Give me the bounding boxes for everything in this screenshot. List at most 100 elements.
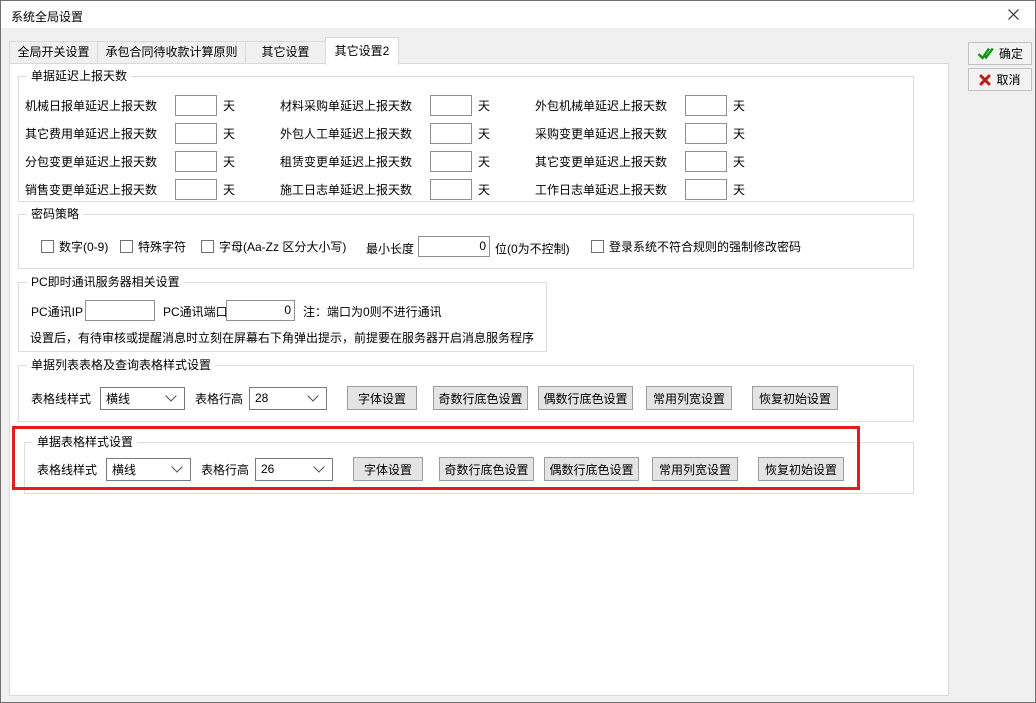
group-document-delay-days: 单据延迟上报天数 机械日报单延迟上报天数 天 材料采购单延迟上报天数 天 外包机… (18, 76, 914, 202)
delay-field: 其它变更单延迟上报天数 天 (535, 151, 785, 172)
delay-field-label: 分包变更单延迟上报天数 (25, 153, 175, 170)
close-icon (1007, 8, 1020, 21)
group-document-table-style: 单据表格样式设置 表格线样式 横线 表格行高 26 字体设置 奇数行底色设置 偶… (24, 442, 914, 494)
unit-label: 天 (223, 125, 235, 142)
checkbox-letters-case[interactable]: 字母(Aa-Zz 区分大小写) (201, 238, 346, 255)
restore-defaults-button[interactable]: 恢复初始设置 (752, 386, 838, 410)
ok-button[interactable]: 确定 (968, 42, 1032, 65)
delay-field: 工作日志单延迟上报天数 天 (535, 179, 785, 200)
line-style-value: 横线 (112, 461, 136, 478)
delay-days-input[interactable] (685, 123, 727, 144)
delay-days-input[interactable] (175, 95, 217, 116)
delay-days-input[interactable] (175, 151, 217, 172)
unit-label: 天 (478, 153, 490, 170)
delay-field: 外包机械单延迟上报天数 天 (535, 95, 785, 116)
delay-days-input[interactable] (175, 179, 217, 200)
tab-other-settings-2[interactable]: 其它设置2 (325, 37, 399, 65)
ok-button-label: 确定 (999, 45, 1023, 62)
group-title: 单据延迟上报天数 (27, 69, 131, 83)
delay-days-input[interactable] (685, 95, 727, 116)
delay-field-label: 租赁变更单延迟上报天数 (280, 153, 430, 170)
column-width-button[interactable]: 常用列宽设置 (646, 386, 732, 410)
font-settings-button[interactable]: 字体设置 (347, 386, 417, 410)
delay-field: 分包变更单延迟上报天数 天 (25, 151, 280, 172)
checkbox-icon[interactable] (120, 240, 133, 253)
unit-label: 天 (223, 153, 235, 170)
delay-field-label: 工作日志单延迟上报天数 (535, 181, 685, 198)
delay-field-label: 其它费用单延迟上报天数 (25, 125, 175, 142)
delay-field: 材料采购单延迟上报天数 天 (280, 95, 535, 116)
group-title: 单据表格样式设置 (33, 435, 137, 449)
doc-style-row: 表格线样式 横线 表格行高 26 字体设置 奇数行底色设置 偶数行底色设置 常用… (37, 457, 844, 481)
delay-days-input[interactable] (175, 123, 217, 144)
tab-other-settings[interactable]: 其它设置 (245, 41, 326, 64)
line-style-select[interactable]: 横线 (100, 387, 185, 410)
line-style-value: 横线 (106, 390, 130, 407)
min-length-input[interactable]: 0 (418, 236, 490, 257)
group-title: 单据列表表格及查询表格样式设置 (27, 358, 215, 372)
delay-field: 机械日报单延迟上报天数 天 (25, 95, 280, 116)
chevron-down-icon (307, 390, 318, 401)
even-row-color-button[interactable]: 偶数行底色设置 (538, 386, 633, 410)
tab-global-switch-settings[interactable]: 全局开关设置 (9, 41, 98, 64)
checkbox-special-chars[interactable]: 特殊字符 (120, 238, 186, 255)
unit-label: 天 (478, 97, 490, 114)
pc-ip-input[interactable] (85, 300, 155, 321)
min-length-label: 最小长度 (366, 240, 414, 257)
checkbox-label: 数字(0-9) (59, 238, 108, 255)
delay-days-input[interactable] (685, 179, 727, 200)
checkbox-digits[interactable]: 数字(0-9) (41, 238, 108, 255)
row-height-value: 28 (255, 391, 268, 405)
delay-field-label: 施工日志单延迟上报天数 (280, 181, 430, 198)
delay-field-label: 外包机械单延迟上报天数 (535, 97, 685, 114)
odd-row-color-button[interactable]: 奇数行底色设置 (433, 386, 528, 410)
row-height-value: 26 (261, 462, 274, 476)
delay-days-input[interactable] (430, 151, 472, 172)
chevron-down-icon (171, 461, 182, 472)
tab-contract-receivable-principle[interactable]: 承包合同待收款计算原则 (97, 41, 246, 64)
min-length-suffix: 位(0为不控制) (495, 240, 570, 257)
delay-days-input[interactable] (430, 123, 472, 144)
close-button[interactable] (997, 3, 1029, 25)
chevron-down-icon (313, 461, 324, 472)
row-height-select[interactable]: 26 (255, 458, 333, 481)
checkbox-label: 字母(Aa-Zz 区分大小写) (219, 238, 346, 255)
odd-row-color-button[interactable]: 奇数行底色设置 (439, 457, 534, 481)
delay-days-input[interactable] (685, 151, 727, 172)
checkbox-label: 特殊字符 (138, 238, 186, 255)
pc-port-input[interactable]: 0 (226, 300, 295, 321)
delay-field: 其它费用单延迟上报天数 天 (25, 123, 280, 144)
delay-days-input[interactable] (430, 95, 472, 116)
delay-field-label: 销售变更单延迟上报天数 (25, 181, 175, 198)
cancel-button[interactable]: 取消 (968, 68, 1032, 91)
unit-label: 天 (478, 125, 490, 142)
group-list-table-style: 单据列表表格及查询表格样式设置 表格线样式 横线 表格行高 28 字体设置 奇数… (18, 365, 914, 422)
title-bar: 系统全局设置 (1, 1, 1035, 28)
checkbox-icon[interactable] (591, 240, 604, 253)
checkbox-icon[interactable] (201, 240, 214, 253)
even-row-color-button[interactable]: 偶数行底色设置 (544, 457, 639, 481)
delay-field: 施工日志单延迟上报天数 天 (280, 179, 535, 200)
checkbox-force-password-change[interactable]: 登录系统不符合规则的强制修改密码 (591, 238, 801, 255)
checkbox-icon[interactable] (41, 240, 54, 253)
ok-check-icon (977, 47, 994, 60)
delay-days-input[interactable] (430, 179, 472, 200)
unit-label: 天 (223, 181, 235, 198)
unit-label: 天 (223, 97, 235, 114)
pc-ip-label: PC通讯IP (31, 303, 83, 320)
window-title: 系统全局设置 (11, 8, 83, 25)
restore-defaults-button[interactable]: 恢复初始设置 (758, 457, 844, 481)
font-settings-button[interactable]: 字体设置 (353, 457, 423, 481)
column-width-button[interactable]: 常用列宽设置 (652, 457, 738, 481)
im-hint: 设置后，有待审核或提醒消息时立刻在屏幕右下角弹出提示，前提要在服务器开启消息服务… (30, 329, 534, 346)
delay-field-label: 外包人工单延迟上报天数 (280, 125, 430, 142)
line-style-label: 表格线样式 (31, 390, 94, 407)
line-style-label: 表格线样式 (37, 461, 100, 478)
delay-days-grid: 机械日报单延迟上报天数 天 材料采购单延迟上报天数 天 外包机械单延迟上报天数 … (25, 91, 785, 203)
line-style-select[interactable]: 横线 (106, 458, 191, 481)
pc-port-label: PC通讯端口 (163, 303, 228, 320)
delay-field: 采购变更单延迟上报天数 天 (535, 123, 785, 144)
row-height-select[interactable]: 28 (249, 387, 327, 410)
port-note: 注：端口为0则不进行通讯 (303, 303, 442, 320)
row-height-label: 表格行高 (201, 461, 253, 478)
